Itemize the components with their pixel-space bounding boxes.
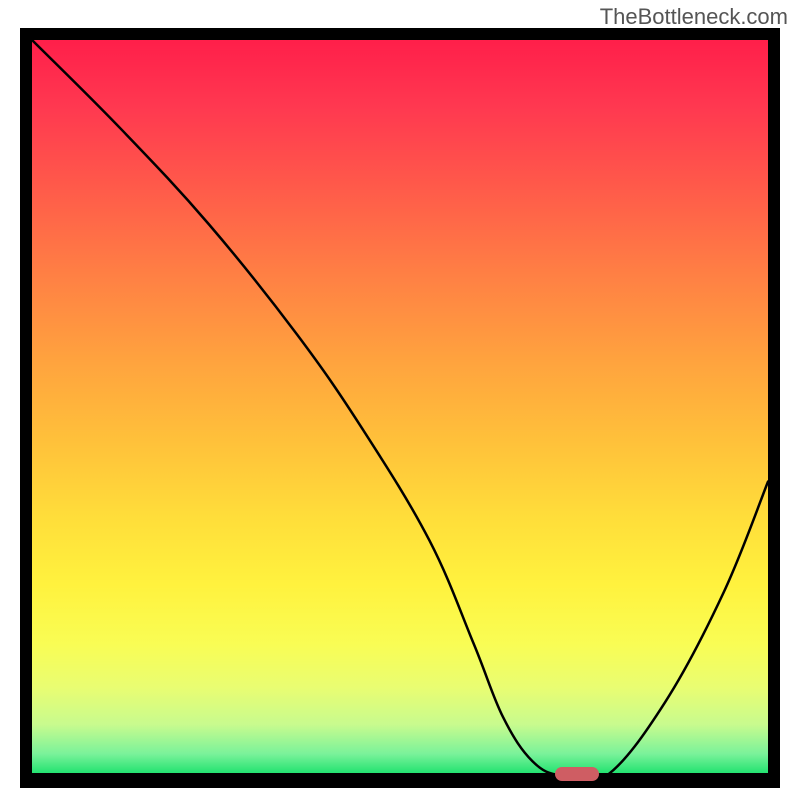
plot-area [32, 40, 768, 776]
chart-frame [20, 28, 780, 788]
bottleneck-curve [32, 40, 768, 776]
watermark-text: TheBottleneck.com [600, 4, 788, 30]
optimal-marker [555, 767, 599, 781]
chart-container: TheBottleneck.com [0, 0, 800, 800]
x-axis-baseline [32, 773, 768, 776]
